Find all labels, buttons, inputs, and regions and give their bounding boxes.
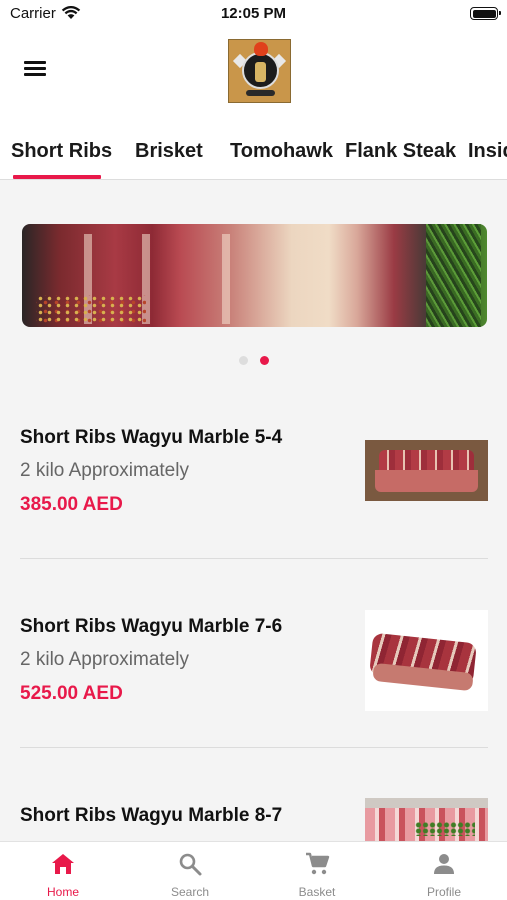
nav-basket-label: Basket (298, 885, 336, 899)
product-description: 2 kilo Approximately (20, 460, 189, 481)
promo-banner-image[interactable] (22, 224, 487, 327)
tab-tomohawk[interactable]: Tomohawk (230, 140, 333, 163)
product-name: Short Ribs Wagyu Marble 8-7 (20, 805, 283, 826)
divider (20, 747, 488, 748)
cart-icon (306, 852, 330, 875)
tab-flank-steak[interactable]: Flank Steak (345, 140, 456, 163)
category-tab-bar: Short Ribs Brisket Tomohawk Flank Steak … (0, 112, 507, 180)
hamburger-menu-icon[interactable] (22, 58, 48, 82)
carousel-dot[interactable] (238, 356, 248, 365)
product-price: 385.00 AED (20, 494, 123, 515)
status-bar: Carrier 12:05 PM (0, 0, 507, 30)
product-price: 525.00 AED (20, 683, 123, 704)
product-image (365, 610, 488, 711)
product-item[interactable]: Short Ribs Wagyu Marble 5-4 2 kilo Appro… (0, 400, 507, 589)
nav-profile-label: Profile (426, 885, 461, 899)
carousel-dot-active[interactable] (259, 356, 269, 365)
product-description: 2 kilo Approximately (20, 649, 189, 670)
brand-logo (228, 39, 291, 103)
battery-icon (470, 7, 501, 20)
carousel-pagination (0, 352, 507, 370)
nav-search[interactable]: Search (127, 842, 253, 900)
product-item[interactable]: Short Ribs Wagyu Marble 8-7 (0, 778, 507, 841)
app-header (0, 30, 507, 112)
product-image (365, 440, 488, 501)
nav-home-label: Home (46, 885, 79, 899)
product-item[interactable]: Short Ribs Wagyu Marble 7-6 2 kilo Appro… (0, 589, 507, 778)
nav-home[interactable]: Home (0, 842, 126, 900)
bottom-navigation: Home Search Basket Profile (0, 841, 507, 900)
divider (20, 558, 488, 559)
nav-profile[interactable]: Profile (381, 842, 507, 900)
tab-brisket[interactable]: Brisket (135, 140, 203, 163)
home-icon (52, 854, 74, 874)
tab-inside[interactable]: Inside (468, 140, 507, 163)
search-icon (179, 853, 202, 876)
tab-short-ribs[interactable]: Short Ribs (11, 140, 112, 163)
person-icon (434, 854, 454, 874)
product-name: Short Ribs Wagyu Marble 7-6 (20, 616, 283, 637)
product-image (365, 798, 488, 841)
product-name: Short Ribs Wagyu Marble 5-4 (20, 427, 283, 448)
nav-search-label: Search (170, 885, 210, 899)
active-tab-indicator (13, 175, 101, 179)
clock: 12:05 PM (220, 5, 287, 22)
nav-basket[interactable]: Basket (254, 842, 380, 900)
